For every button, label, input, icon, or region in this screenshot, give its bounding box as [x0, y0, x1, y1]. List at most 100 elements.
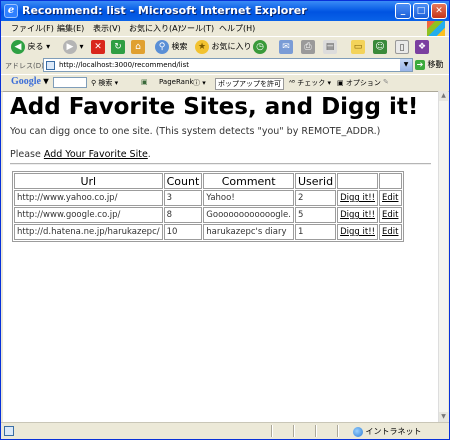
site-search-icon[interactable]: ▣ [141, 78, 148, 86]
back-arrow-icon: ◀ [11, 39, 25, 54]
header-userid: Userid [294, 173, 337, 189]
search-icon: ⚲ [155, 39, 169, 54]
spellcheck-button[interactable]: ᴬᴮ チェック ▾ [289, 78, 331, 88]
discuss-icon[interactable]: ❖ [415, 40, 429, 54]
cell-comment: harukazepc's diary [203, 224, 294, 240]
menu-tools[interactable]: ツール(T) [179, 23, 214, 34]
digg-link[interactable]: Digg it!! [340, 227, 375, 237]
status-divider [315, 425, 317, 437]
edit-link[interactable]: Edit [382, 193, 398, 203]
star-icon: ★ [195, 39, 209, 54]
history-icon[interactable]: ◷ [253, 40, 267, 54]
title-bar[interactable]: e Recommend: list - Microsoft Internet E… [1, 1, 449, 21]
window-title: Recommend: list - Microsoft Internet Exp… [22, 4, 307, 17]
page-icon [46, 61, 55, 70]
highlight-icon[interactable]: ✎ [383, 78, 389, 86]
cell-count: 10 [163, 224, 203, 240]
table-row: http://d.hatena.ne.jp/harukazepc/ 10 har… [14, 224, 402, 240]
scroll-down-icon[interactable]: ▼ [439, 412, 448, 422]
scroll-up-icon[interactable]: ▲ [439, 91, 448, 101]
maximize-button[interactable]: □ [413, 3, 429, 19]
address-input[interactable]: http://localhost:3000/recommend/list ▼ [43, 58, 413, 72]
back-button[interactable]: ◀ 戻る ▾ [11, 39, 50, 55]
device-icon[interactable]: ▯ [395, 40, 409, 54]
browser-window: e Recommend: list - Microsoft Internet E… [0, 0, 450, 440]
windows-logo-icon [427, 21, 445, 36]
cell-userid: 2 [294, 190, 337, 206]
address-bar: アドレス(D) http://localhost:3000/recommend/… [1, 57, 449, 74]
favorites-button[interactable]: ★ お気に入り [195, 39, 252, 55]
table-row: http://www.google.co.jp/ 8 Goooooooooooo… [14, 207, 402, 223]
table-row: http://www.yahoo.co.jp/ 3 Yahoo! 2 Digg … [14, 190, 402, 206]
cell-digg: Digg it!! [337, 224, 379, 240]
close-button[interactable]: ✕ [431, 3, 447, 19]
cell-userid: 5 [294, 207, 337, 223]
menu-favorites[interactable]: お気に入り(A) [129, 23, 181, 34]
cell-comment: Yahoo! [203, 190, 294, 206]
menu-file[interactable]: ファイル(F) [11, 23, 54, 34]
ie-icon: e [4, 4, 18, 18]
digg-link[interactable]: Digg it!! [340, 193, 375, 203]
messenger-icon[interactable]: ☺ [373, 40, 387, 54]
status-bar: イントラネット [1, 422, 449, 439]
google-logo[interactable]: Google ▾ [11, 76, 49, 87]
vertical-scrollbar[interactable]: ▲ ▼ [438, 91, 448, 422]
sites-table: Url Count Comment Userid http://www.yaho… [12, 171, 404, 242]
cell-edit: Edit [379, 224, 402, 240]
info-icon[interactable]: ⓘ ▾ [193, 78, 206, 88]
edit-link[interactable]: Edit [382, 210, 398, 220]
header-actions-2 [379, 173, 402, 189]
cell-count: 8 [163, 207, 203, 223]
go-button[interactable]: ➔ 移動 [415, 59, 444, 70]
notes-icon[interactable]: ▭ [351, 40, 365, 54]
menu-help[interactable]: ヘルプ(H) [219, 23, 255, 34]
add-site-link[interactable]: Add Your Favorite Site [44, 149, 148, 160]
pagerank-indicator: PageRank [159, 78, 194, 86]
google-search-button[interactable]: ⚲ 検索 ▾ [91, 78, 118, 88]
add-site-line: Please Add Your Favorite Site. [10, 149, 151, 160]
cell-edit: Edit [379, 207, 402, 223]
google-toolbar: Google ▾ ⚲ 検索 ▾ ▣ PageRank ⓘ ▾ ポップアップを許可… [1, 74, 449, 92]
header-actions [337, 173, 379, 189]
refresh-icon[interactable]: ↻ [111, 40, 125, 54]
go-arrow-icon: ➔ [415, 59, 425, 70]
options-button[interactable]: ▣ オプション [337, 78, 381, 88]
popup-allow-button[interactable]: ポップアップを許可 [215, 78, 284, 90]
forward-arrow-icon: ▶ [63, 39, 77, 54]
standard-toolbar: ◀ 戻る ▾ ▶ ▾ ✕ ↻ ⌂ ⚲ 検索 ★ お気に入り ◷ ✉ ⎙ ▤ ▭ … [1, 36, 449, 58]
edit-link[interactable]: Edit [382, 227, 398, 237]
google-search-input[interactable] [53, 77, 87, 88]
stop-icon[interactable]: ✕ [91, 40, 105, 54]
address-url: http://localhost:3000/recommend/list [59, 61, 190, 69]
print-icon[interactable]: ⎙ [301, 40, 315, 54]
cell-url: http://www.google.co.jp/ [14, 207, 163, 223]
menu-edit[interactable]: 編集(E) [57, 23, 84, 34]
cell-edit: Edit [379, 190, 402, 206]
forward-button[interactable]: ▶ ▾ [63, 39, 84, 55]
digg-link[interactable]: Digg it!! [340, 210, 375, 220]
table-header-row: Url Count Comment Userid [14, 173, 402, 189]
cell-url: http://d.hatena.ne.jp/harukazepc/ [14, 224, 163, 240]
menu-bar: ファイル(F) 編集(E) 表示(V) お気に入り(A) ツール(T) ヘルプ(… [1, 21, 449, 36]
status-divider [271, 425, 273, 437]
menu-view[interactable]: 表示(V) [93, 23, 121, 34]
page-title: Add Favorite Sites, and Digg it! [10, 94, 419, 120]
page-description: You can digg once to one site. (This sys… [10, 126, 381, 137]
header-comment: Comment [203, 173, 294, 189]
search-button[interactable]: ⚲ 検索 [155, 39, 188, 55]
security-zone: イントラネット [353, 426, 422, 437]
cell-digg: Digg it!! [337, 190, 379, 206]
cell-digg: Digg it!! [337, 207, 379, 223]
header-count: Count [163, 173, 203, 189]
cell-userid: 1 [294, 224, 337, 240]
edit-page-icon[interactable]: ▤ [323, 40, 337, 54]
home-icon[interactable]: ⌂ [131, 40, 145, 54]
address-label: アドレス(D) [5, 62, 44, 70]
cell-url: http://www.yahoo.co.jp/ [14, 190, 163, 206]
page-content: Add Favorite Sites, and Digg it! You can… [3, 91, 438, 423]
minimize-button[interactable]: _ [395, 3, 411, 19]
cell-count: 3 [163, 190, 203, 206]
mail-icon[interactable]: ✉ [279, 40, 293, 54]
globe-icon [353, 426, 363, 437]
chevron-down-icon[interactable]: ▼ [400, 59, 412, 71]
